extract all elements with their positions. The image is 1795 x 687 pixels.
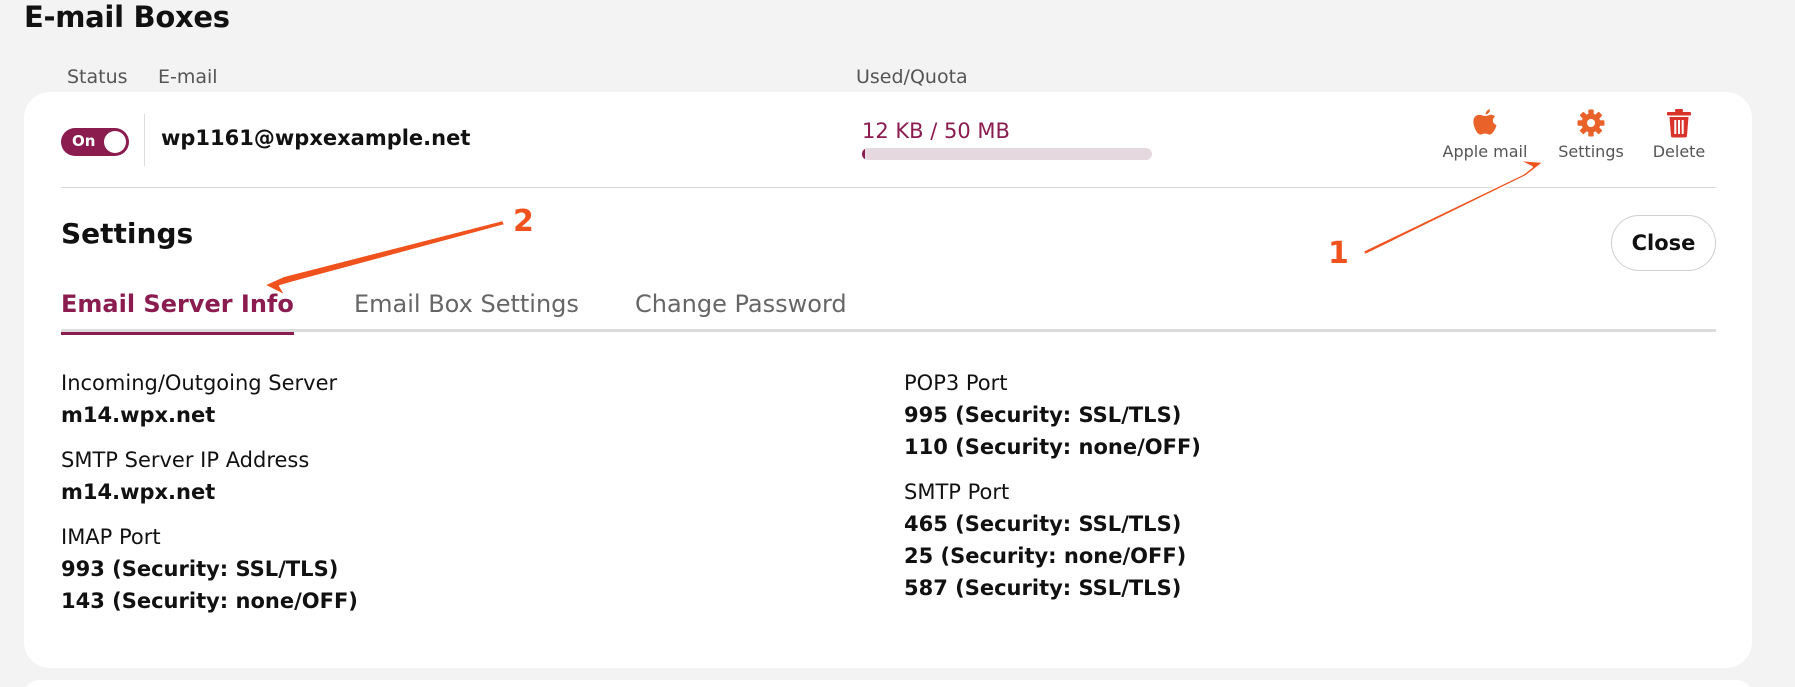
delete-button[interactable]: Delete (1645, 108, 1713, 161)
info-label: IMAP Port (61, 525, 161, 549)
apple-mail-label: Apple mail (1442, 142, 1528, 161)
info-pop3-port: POP3 Port 995 (Security: SSL/TLS) 110 (S… (904, 367, 1201, 463)
quota-progress-bar (862, 148, 1152, 160)
info-imap-port: IMAP Port 993 (Security: SSL/TLS) 143 (S… (61, 521, 358, 617)
status-toggle-label: On (72, 132, 96, 150)
tab-change-password[interactable]: Change Password (635, 290, 847, 332)
info-value: 110 (Security: none/OFF) (904, 435, 1201, 459)
tab-email-server-info[interactable]: Email Server Info (61, 290, 294, 335)
delete-label: Delete (1652, 142, 1706, 161)
annotation-number-1: 1 (1328, 236, 1349, 271)
quota-text: 12 KB / 50 MB (862, 119, 1010, 143)
toggle-knob (104, 131, 126, 153)
quota-progress-fill (862, 148, 865, 160)
info-value: 25 (Security: none/OFF) (904, 544, 1187, 568)
tab-email-box-settings[interactable]: Email Box Settings (354, 290, 579, 332)
info-label: SMTP Port (904, 480, 1010, 504)
info-incoming-outgoing-server: Incoming/Outgoing Server m14.wpx.net (61, 367, 358, 431)
server-info-right: POP3 Port 995 (Security: SSL/TLS) 110 (S… (904, 367, 1201, 617)
mailbox-email: wp1161@wpxexample.net (161, 126, 471, 150)
gear-icon (1577, 109, 1605, 137)
info-value: 143 (Security: none/OFF) (61, 589, 358, 613)
close-button[interactable]: Close (1611, 215, 1716, 271)
column-header-status: Status (67, 66, 128, 88)
apple-mail-button[interactable]: Apple mail (1437, 108, 1533, 161)
mailbox-card: On wp1161@wpxexample.net 12 KB / 50 MB A… (24, 92, 1752, 668)
info-value: 587 (Security: SSL/TLS) (904, 576, 1182, 600)
trash-icon (1667, 109, 1691, 138)
info-label: POP3 Port (904, 371, 1008, 395)
info-smtp-port: SMTP Port 465 (Security: SSL/TLS) 25 (Se… (904, 476, 1201, 604)
info-value: 995 (Security: SSL/TLS) (904, 403, 1182, 427)
page-title: E-mail Boxes (24, 0, 230, 34)
next-mailbox-card (24, 680, 1752, 687)
info-value: m14.wpx.net (61, 480, 216, 504)
settings-label: Settings (1558, 142, 1624, 161)
info-smtp-server-ip: SMTP Server IP Address m14.wpx.net (61, 444, 358, 508)
info-value: 465 (Security: SSL/TLS) (904, 512, 1182, 536)
divider (61, 187, 1716, 188)
column-header-used-quota: Used/Quota (856, 66, 968, 88)
column-header-email: E-mail (158, 66, 218, 88)
info-value: 993 (Security: SSL/TLS) (61, 557, 339, 581)
settings-title: Settings (61, 217, 194, 250)
status-toggle[interactable]: On (61, 128, 129, 156)
info-value: m14.wpx.net (61, 403, 216, 427)
apple-icon (1473, 109, 1497, 135)
settings-button[interactable]: Settings (1551, 108, 1631, 161)
divider (144, 114, 145, 166)
annotation-number-2: 2 (513, 204, 534, 239)
info-label: Incoming/Outgoing Server (61, 371, 338, 395)
info-label: SMTP Server IP Address (61, 448, 310, 472)
settings-tabs: Email Server Info Email Box Settings Cha… (61, 290, 1716, 335)
server-info-left: Incoming/Outgoing Server m14.wpx.net SMT… (61, 367, 358, 630)
